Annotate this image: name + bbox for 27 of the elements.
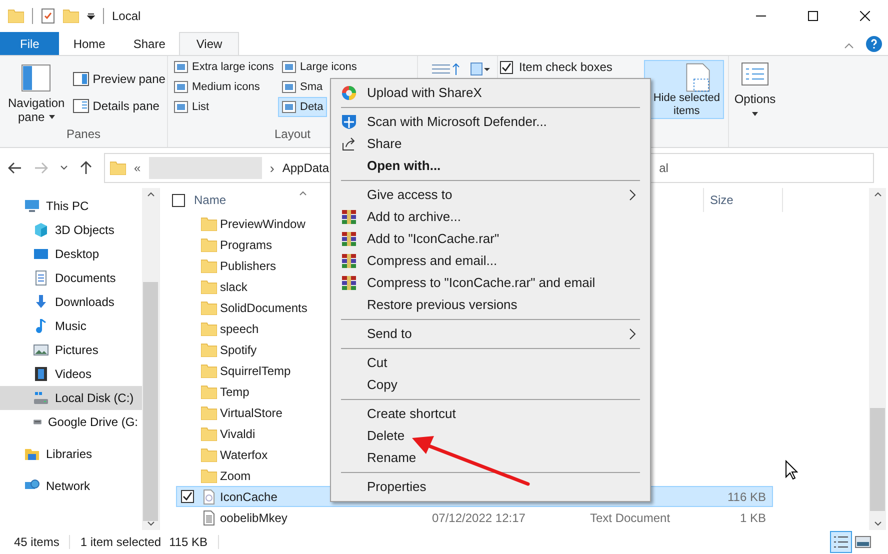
- breadcrumb-separator: ›: [270, 158, 274, 178]
- selection-status: 1 item selected: [80, 534, 162, 551]
- selection-size: 115 KB: [169, 534, 208, 551]
- checkbox-label: Item check boxes: [519, 59, 612, 76]
- file-name: speech: [220, 322, 259, 336]
- group-label: Panes: [66, 126, 101, 143]
- file-name: SolidDocuments: [220, 300, 308, 314]
- file-name: Zoom: [220, 468, 251, 482]
- file-type: Text Document: [590, 510, 670, 524]
- file-name: slack: [220, 280, 248, 294]
- file-name: Spotify: [220, 342, 257, 356]
- file-size: 116 KB: [728, 490, 766, 504]
- file-size: 1 KB: [740, 510, 766, 524]
- file-name: Publishers: [220, 258, 276, 272]
- file-name: SquirrelTemp: [220, 364, 291, 378]
- item-count: 45 items: [14, 534, 60, 551]
- file-name: Waterfox: [220, 448, 268, 462]
- file-name: Temp: [220, 384, 250, 398]
- file-name: oobelibMkey: [220, 510, 288, 524]
- window-title: Local: [112, 8, 141, 25]
- file-name: IconCache: [220, 490, 278, 504]
- group-label: Layout: [274, 126, 311, 143]
- file-name: Programs: [220, 238, 272, 252]
- file-name: PreviewWindow: [220, 216, 306, 230]
- file-date: 07/12/2022 12:17: [432, 510, 526, 524]
- file-name: Vivaldi: [220, 426, 256, 440]
- file-name: VirtualStore: [220, 406, 282, 420]
